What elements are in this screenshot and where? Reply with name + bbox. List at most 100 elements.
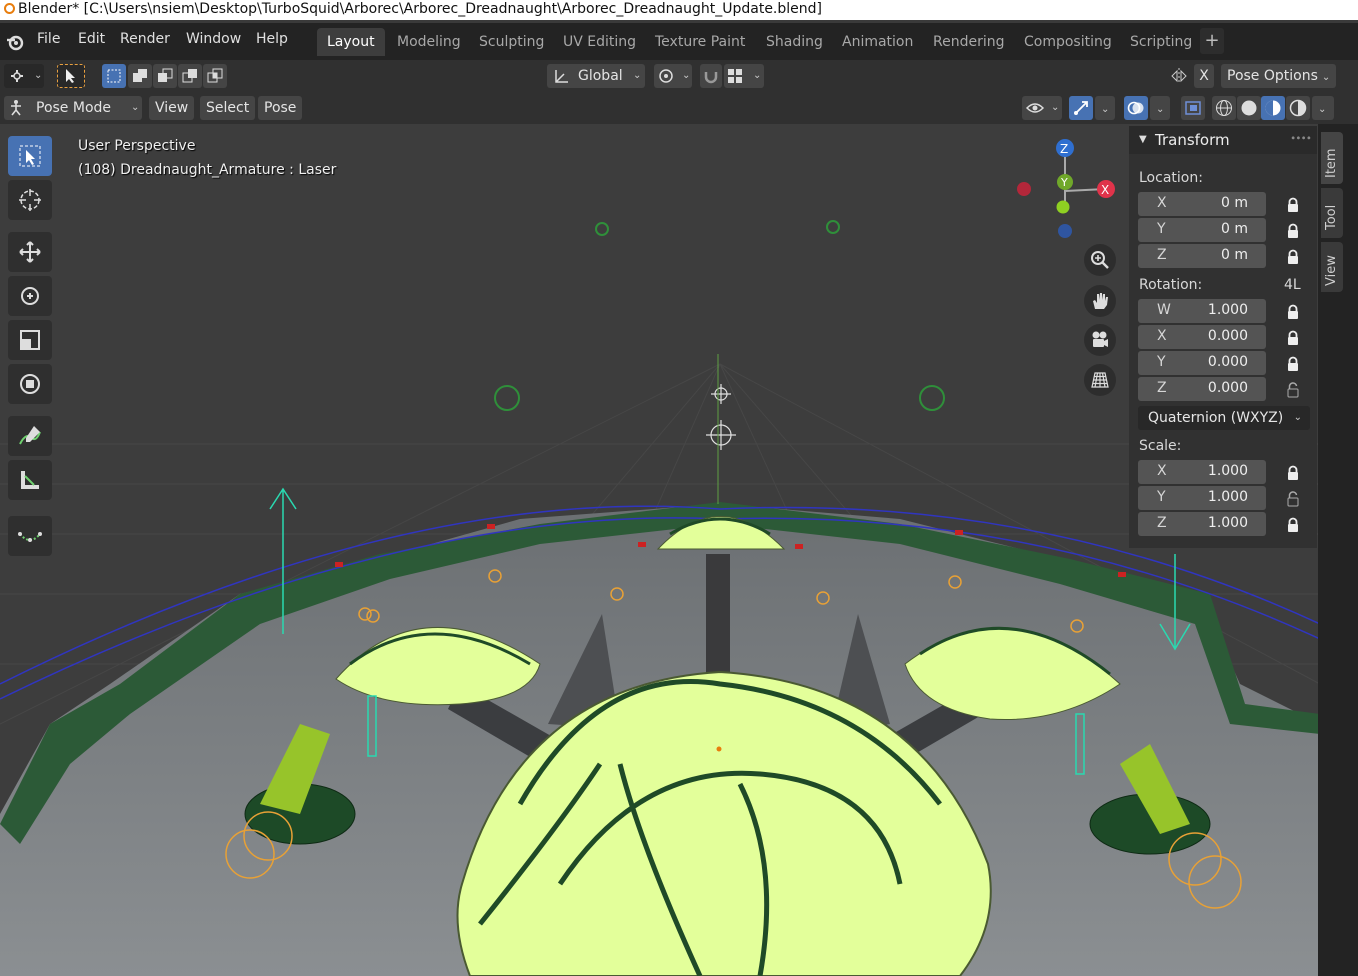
move-tool[interactable] bbox=[8, 232, 52, 272]
3d-viewport[interactable]: Z X Y User Perspective (108) Dreadnaught… bbox=[0, 124, 1320, 976]
mode-dropdown[interactable]: Pose Mode ⌄ bbox=[4, 96, 142, 120]
window-title: Blender* [C:\Users\nsiem\Desktop\TurboSq… bbox=[18, 1, 822, 17]
navigation-gizmo[interactable]: Z X Y bbox=[1008, 134, 1128, 244]
view-menu-button[interactable]: View bbox=[149, 96, 195, 120]
snap-toggle[interactable] bbox=[700, 64, 722, 88]
tab-view[interactable]: View bbox=[1321, 242, 1343, 292]
gizmo-neg-z-handle[interactable] bbox=[1058, 224, 1072, 238]
lock-icon[interactable] bbox=[1286, 223, 1300, 239]
pose-menu-button[interactable]: Pose bbox=[258, 96, 303, 120]
lock-icon[interactable] bbox=[1286, 465, 1300, 481]
blender-app-icon[interactable] bbox=[5, 32, 25, 52]
bone-roll-tool[interactable] bbox=[8, 516, 52, 556]
transform-orientation-dropdown[interactable]: Global ⌄ bbox=[547, 64, 645, 88]
menu-edit[interactable]: Edit bbox=[78, 31, 105, 47]
select-tool-button[interactable] bbox=[57, 64, 85, 88]
collapse-triangle-icon[interactable]: ▼ bbox=[1139, 134, 1147, 145]
ortho-toggle-button[interactable] bbox=[1084, 364, 1116, 396]
unlock-icon[interactable] bbox=[1286, 491, 1300, 507]
add-workspace-button[interactable]: + bbox=[1200, 28, 1224, 54]
annotate-tool[interactable] bbox=[8, 416, 52, 456]
rotation-x-field[interactable]: X 0.000 bbox=[1138, 325, 1266, 349]
shading-solid-button[interactable] bbox=[1237, 96, 1261, 120]
gizmo-neg-y-handle[interactable] bbox=[1056, 200, 1070, 214]
pose-options-dropdown[interactable]: Pose Options ⌄ bbox=[1221, 64, 1336, 88]
chevron-down-icon: ⌄ bbox=[1321, 72, 1331, 83]
x-mirror-icon-button[interactable] bbox=[1166, 64, 1192, 88]
tab-compositing[interactable]: Compositing bbox=[1014, 28, 1122, 56]
menu-file[interactable]: File bbox=[37, 31, 60, 47]
scale-x-field[interactable]: X 1.000 bbox=[1138, 460, 1266, 484]
lock-icon[interactable] bbox=[1286, 517, 1300, 533]
top-menu-bar: File Edit Render Window Help Layout Mode… bbox=[0, 23, 1358, 60]
tab-animation[interactable]: Animation bbox=[832, 28, 923, 56]
lock-icon[interactable] bbox=[1286, 356, 1300, 372]
tool-header: ⌄ Global ⌄ ⌄ ⌄ X Pose Options ⌄ bbox=[0, 60, 1358, 92]
gizmo-toggle[interactable] bbox=[1069, 96, 1093, 120]
editor-type-button[interactable]: ⌄ bbox=[4, 64, 44, 88]
pivot-point-dropdown[interactable]: ⌄ bbox=[654, 64, 692, 88]
location-x-field[interactable]: X 0 m bbox=[1138, 192, 1266, 216]
tab-layout[interactable]: Layout bbox=[317, 28, 385, 56]
select-mode-intersect-button[interactable] bbox=[203, 64, 227, 88]
scale-z-field[interactable]: Z 1.000 bbox=[1138, 512, 1266, 536]
blender-logo-icon bbox=[4, 3, 15, 14]
measure-tool[interactable] bbox=[8, 460, 52, 500]
menu-window[interactable]: Window bbox=[186, 31, 241, 47]
tab-item[interactable]: Item bbox=[1321, 132, 1343, 184]
visibility-dropdown[interactable]: ⌄ bbox=[1022, 96, 1062, 120]
rotation-mode-dropdown[interactable]: Quaternion (WXYZ) ⌄ bbox=[1138, 406, 1310, 430]
rotation-4l-toggle[interactable]: 4L bbox=[1284, 277, 1301, 293]
menu-help[interactable]: Help bbox=[256, 31, 288, 47]
shading-material-button[interactable] bbox=[1261, 96, 1285, 120]
pan-button[interactable] bbox=[1084, 285, 1116, 317]
location-z-field[interactable]: Z 0 m bbox=[1138, 244, 1266, 268]
rotation-z-field[interactable]: Z 0.000 bbox=[1138, 377, 1266, 401]
rotation-y-field[interactable]: Y 0.000 bbox=[1138, 351, 1266, 375]
lock-icon[interactable] bbox=[1286, 330, 1300, 346]
viewport-scene[interactable] bbox=[0, 124, 1320, 976]
tab-shading[interactable]: Shading bbox=[756, 28, 833, 56]
lock-icon[interactable] bbox=[1286, 249, 1300, 265]
xray-toggle[interactable] bbox=[1181, 96, 1205, 120]
x-mirror-toggle[interactable]: X bbox=[1194, 64, 1214, 88]
select-mode-subtract-button[interactable] bbox=[153, 64, 177, 88]
orientation-icon bbox=[555, 70, 568, 83]
drag-grip-icon[interactable]: ∙∙∙∙ bbox=[1290, 133, 1312, 144]
select-mode-new-button[interactable] bbox=[102, 64, 126, 88]
rotation-w-field[interactable]: W 1.000 bbox=[1138, 299, 1266, 323]
lock-icon[interactable] bbox=[1286, 304, 1300, 320]
select-mode-invert-button[interactable] bbox=[178, 64, 202, 88]
tab-uv-editing[interactable]: UV Editing bbox=[553, 28, 646, 56]
tab-modeling[interactable]: Modeling bbox=[387, 28, 471, 56]
rotate-tool[interactable] bbox=[8, 276, 52, 316]
field-value: 0.000 bbox=[1207, 328, 1248, 344]
shading-dropdown[interactable]: ⌄ bbox=[1312, 96, 1334, 120]
transform-panel-header[interactable]: ▼ Transform ∙∙∙∙ bbox=[1129, 126, 1317, 154]
tab-texture-paint[interactable]: Texture Paint bbox=[645, 28, 755, 56]
lock-icon[interactable] bbox=[1286, 197, 1300, 213]
shading-rendered-button[interactable] bbox=[1286, 96, 1310, 120]
unlock-icon[interactable] bbox=[1286, 382, 1300, 398]
select-menu-button[interactable]: Select bbox=[200, 96, 256, 120]
tab-sculpting[interactable]: Sculpting bbox=[469, 28, 554, 56]
tab-scripting[interactable]: Scripting bbox=[1120, 28, 1202, 56]
menu-render[interactable]: Render bbox=[120, 31, 170, 47]
location-y-field[interactable]: Y 0 m bbox=[1138, 218, 1266, 242]
tab-rendering[interactable]: Rendering bbox=[923, 28, 1015, 56]
cursor-tool[interactable] bbox=[8, 180, 52, 220]
select-mode-extend-button[interactable] bbox=[128, 64, 152, 88]
tab-tool[interactable]: Tool bbox=[1321, 188, 1343, 238]
snap-target-dropdown[interactable]: ⌄ bbox=[724, 64, 764, 88]
camera-view-button[interactable] bbox=[1084, 324, 1116, 356]
scale-y-field[interactable]: Y 1.000 bbox=[1138, 486, 1266, 510]
overlay-toggle[interactable] bbox=[1124, 96, 1148, 120]
zoom-button[interactable] bbox=[1084, 244, 1116, 276]
transform-tool[interactable] bbox=[8, 364, 52, 404]
overlay-dropdown[interactable]: ⌄ bbox=[1150, 96, 1170, 120]
shading-wireframe-button[interactable] bbox=[1212, 96, 1236, 120]
scale-tool[interactable] bbox=[8, 320, 52, 360]
gizmo-neg-x-handle[interactable] bbox=[1017, 182, 1031, 196]
gizmo-dropdown[interactable]: ⌄ bbox=[1095, 96, 1115, 120]
select-box-tool[interactable] bbox=[8, 136, 52, 176]
